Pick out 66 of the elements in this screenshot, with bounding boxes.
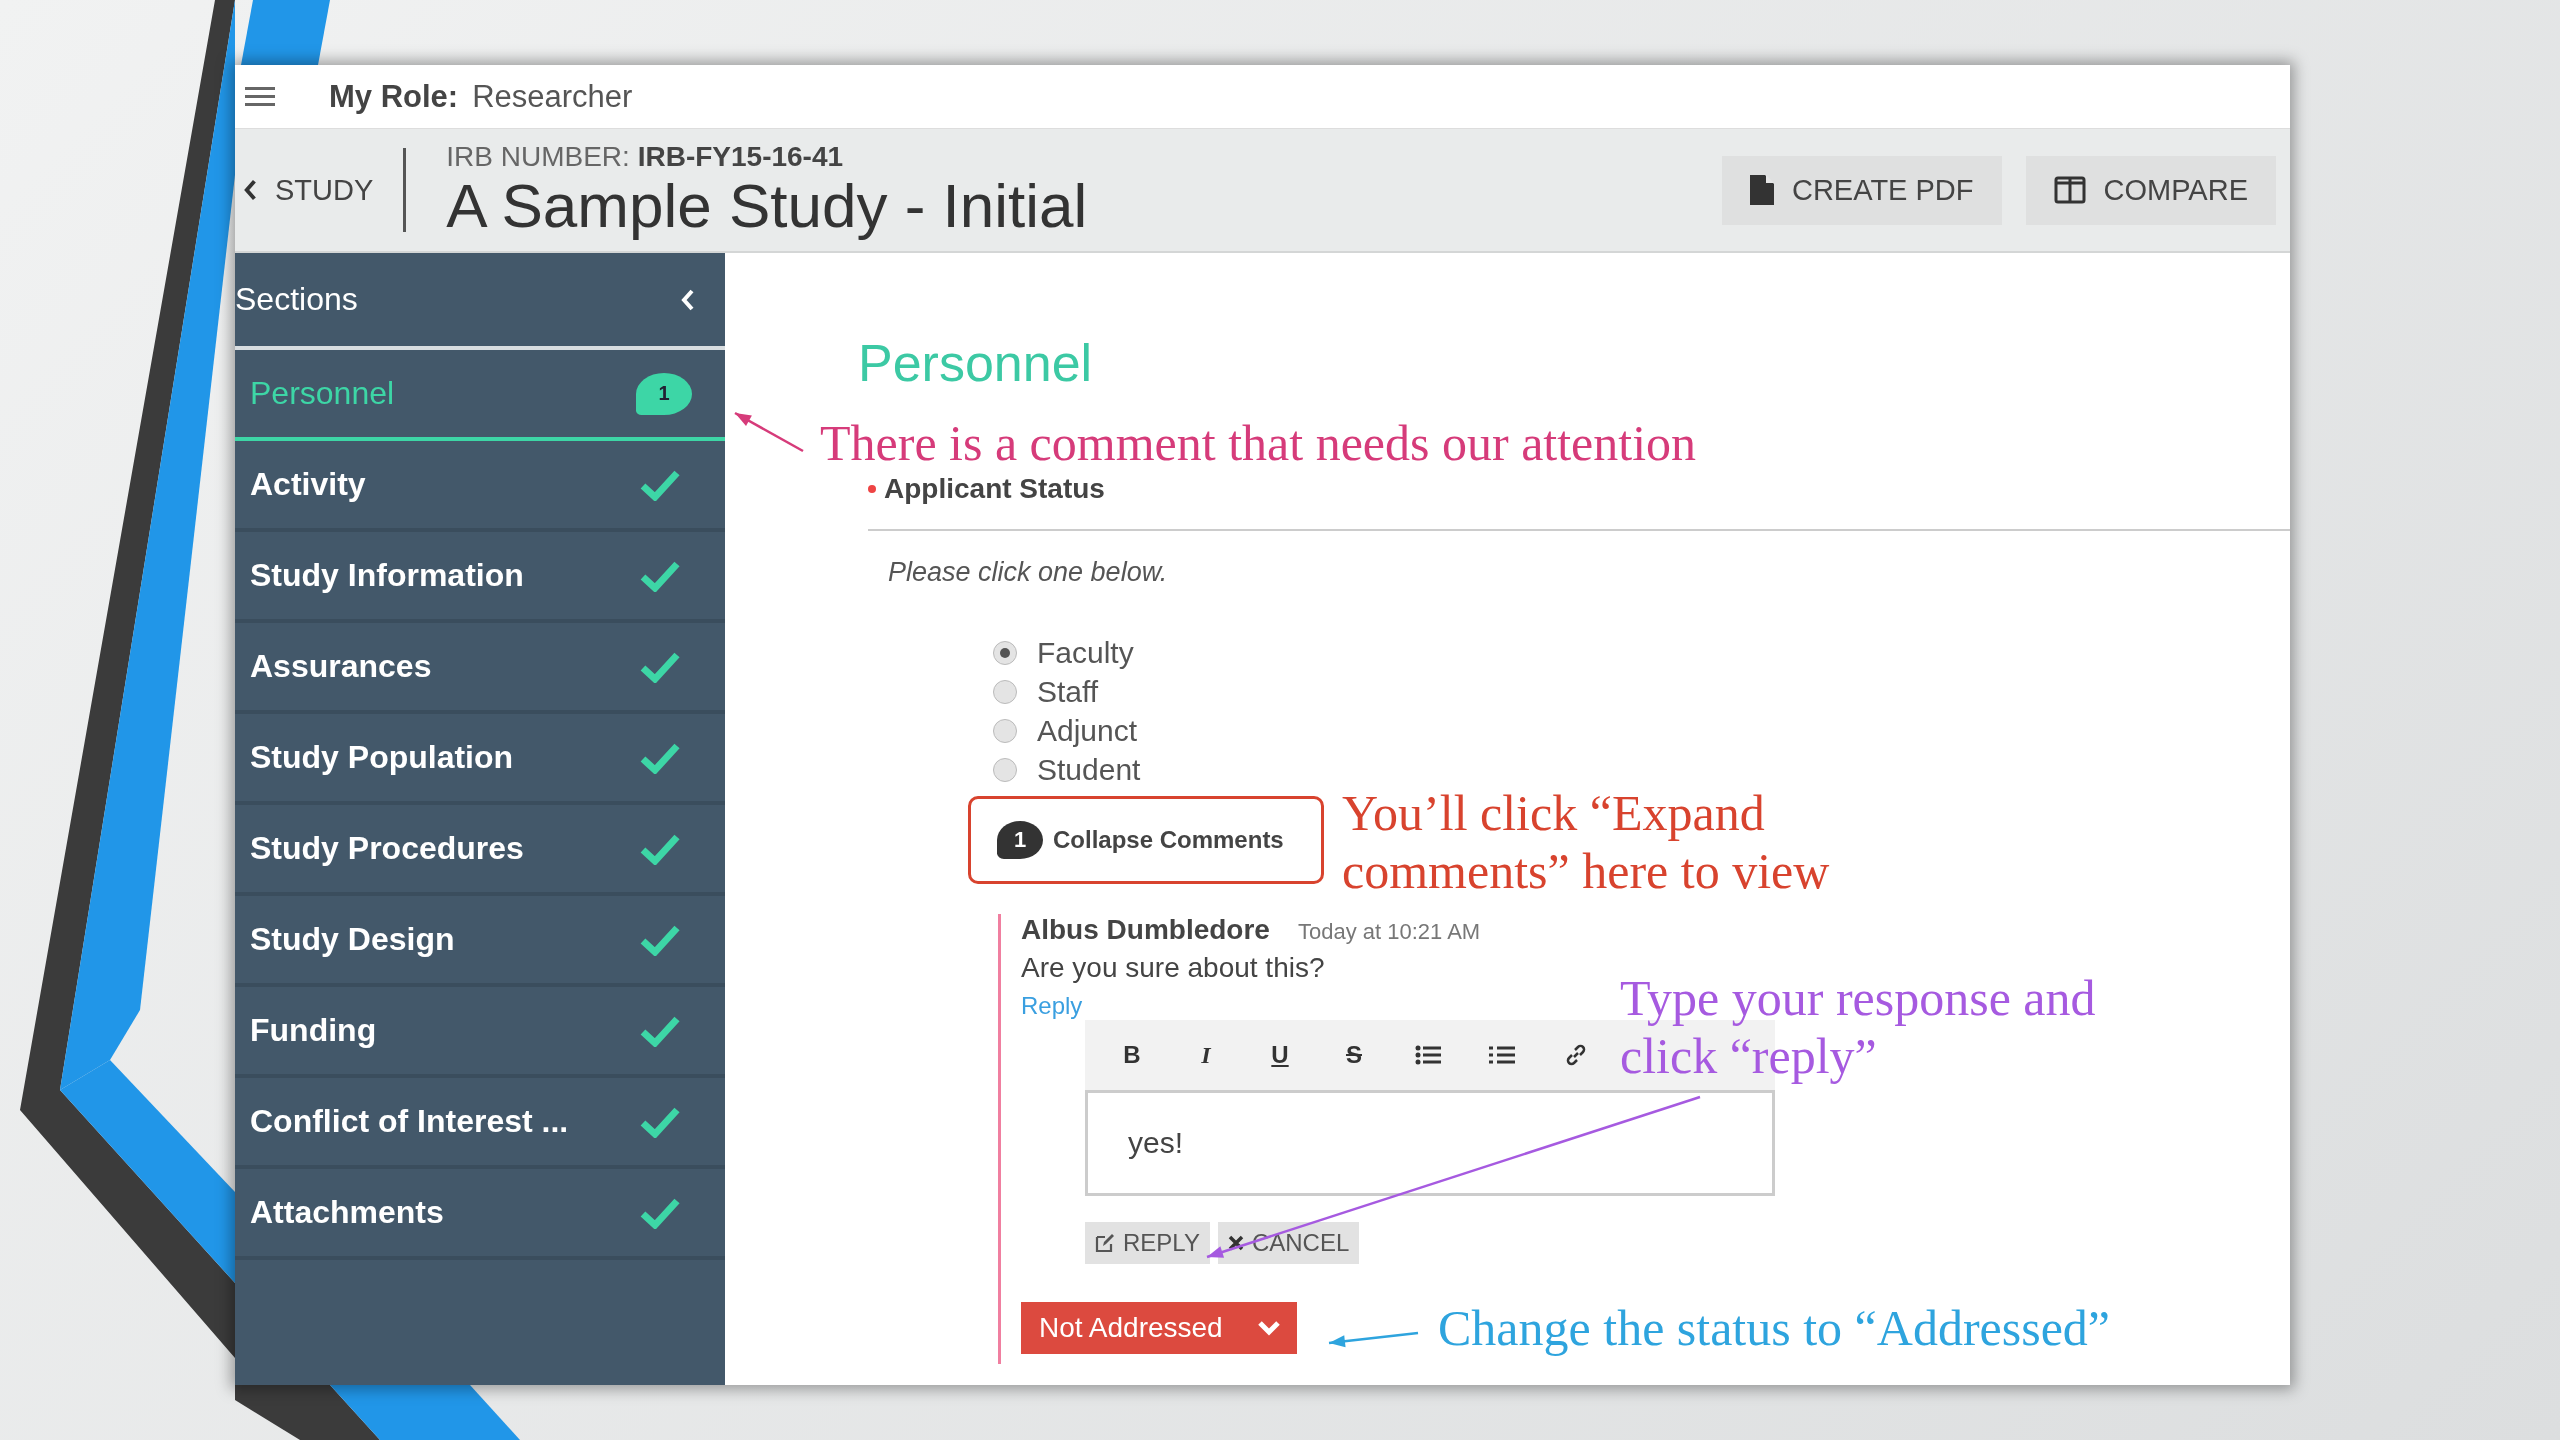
menu-icon[interactable]	[245, 84, 275, 109]
radio-label: Student	[1037, 752, 1141, 787]
radio-button[interactable]	[993, 679, 1017, 704]
role-label: My Role:	[329, 78, 459, 115]
numbered-list-icon	[1489, 1045, 1515, 1065]
instruction-text: Please click one below.	[888, 557, 1169, 588]
section-heading: Personnel	[858, 333, 1094, 393]
check-icon	[640, 1196, 680, 1229]
check-icon	[640, 923, 680, 956]
document-icon	[1749, 175, 1774, 205]
radio-button[interactable]	[993, 640, 1017, 665]
check-icon	[640, 741, 680, 774]
annotation-text: You’ll click “Expand comments” here to view	[1342, 785, 1831, 900]
bold-tool-button[interactable]: B	[1095, 1041, 1169, 1069]
reply-input-field[interactable]: yes!	[1085, 1090, 1775, 1196]
check-icon	[640, 559, 680, 592]
sidebar-item[interactable]: Study Population	[235, 714, 725, 805]
comment-author: Albus Dumbledore	[1021, 914, 1270, 946]
italic-tool-button[interactable]: I	[1169, 1041, 1243, 1069]
comment-count-badge: 1	[636, 372, 692, 415]
field-label: Applicant Status	[884, 473, 1105, 505]
bulleted-list-icon	[1415, 1045, 1441, 1065]
sidebar-item[interactable]: Study Design	[235, 896, 725, 987]
irb-number: IRB NUMBER: IRB-FY15-16-41	[446, 141, 845, 174]
underline-tool-button[interactable]: U	[1243, 1041, 1317, 1069]
collapse-icon[interactable]	[681, 288, 695, 311]
chevron-left-icon	[243, 179, 257, 201]
cancel-button[interactable]: CANCEL	[1217, 1222, 1360, 1264]
annotation-text: There is a comment that needs our attention	[820, 415, 1697, 473]
create-pdf-button[interactable]: CREATE PDF	[1721, 155, 2002, 225]
collapse-comments-button[interactable]: 1 Collapse Comments	[968, 796, 1324, 884]
check-icon	[640, 468, 680, 501]
radio-label: Faculty	[1037, 635, 1134, 670]
close-icon	[1227, 1235, 1244, 1251]
study-title: A Sample Study - Initial	[446, 173, 1089, 239]
status-dropdown[interactable]: Not Addressed	[1021, 1302, 1297, 1354]
reply-button[interactable]: REPLY	[1085, 1222, 1210, 1264]
sidebar-item[interactable]: Funding	[235, 987, 725, 1078]
compare-button[interactable]: COMPARE	[2025, 155, 2276, 225]
sidebar-item[interactable]: Conflict of Interest ...	[235, 1078, 725, 1169]
chevron-down-icon	[1256, 1320, 1281, 1336]
edit-icon	[1095, 1233, 1115, 1253]
radio-label: Staff	[1037, 674, 1099, 709]
role-value: Researcher	[472, 78, 633, 115]
sidebar-item[interactable]: Study Procedures	[235, 805, 725, 896]
radio-button[interactable]	[993, 757, 1017, 782]
check-icon	[640, 1014, 680, 1047]
annotation-text: Type your response and click “reply”	[1620, 970, 2097, 1085]
check-icon	[640, 1105, 680, 1138]
sidebar-item[interactable]: Activity	[235, 441, 725, 532]
sidebar-item[interactable]: Study Information	[235, 532, 725, 623]
sidebar-item[interactable]: Assurances	[235, 623, 725, 714]
strike-tool-button[interactable]: S	[1317, 1041, 1391, 1069]
radio-label: Adjunct	[1037, 713, 1138, 748]
sidebar-item[interactable]: Personnel 1	[235, 350, 725, 441]
check-icon	[640, 650, 680, 683]
sidebar-item[interactable]: Attachments	[235, 1169, 725, 1260]
comment-text: Are you sure about this?	[1021, 952, 1326, 984]
check-icon	[640, 832, 680, 865]
sidebar-title: Sections	[235, 281, 358, 318]
link-icon	[1564, 1043, 1588, 1067]
annotation-text: Change the status to “Addressed”	[1438, 1300, 2111, 1358]
comment-time: Today at 10:21 AM	[1297, 919, 1481, 945]
radio-button[interactable]	[993, 718, 1017, 743]
back-link[interactable]: STUDY	[235, 148, 407, 232]
columns-icon	[2053, 176, 2086, 204]
